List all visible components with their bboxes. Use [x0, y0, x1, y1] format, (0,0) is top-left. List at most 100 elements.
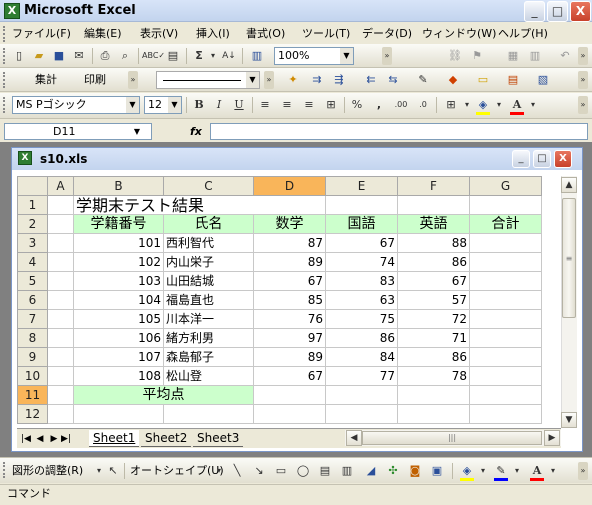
toolbar-grip[interactable] [3, 72, 6, 88]
row-header[interactable]: 11 [17, 385, 48, 405]
print-icon[interactable]: ⎙ [96, 47, 114, 65]
math-score-cell[interactable]: 87 [253, 233, 326, 253]
cell[interactable] [325, 404, 398, 424]
scroll-down-icon[interactable]: ▼ [561, 412, 577, 428]
sheet-title-cell[interactable]: 学期末テスト結果 [73, 195, 326, 215]
student-name-cell[interactable]: 山田結城 [163, 271, 254, 291]
cell[interactable] [47, 366, 74, 386]
new-icon[interactable]: ▯ [10, 47, 28, 65]
research-icon[interactable]: ▤ [164, 47, 182, 65]
column-header[interactable]: C [163, 176, 254, 196]
menu-window[interactable]: ウィンドウ(W) [422, 26, 496, 42]
toolbar-options-icon[interactable]: » [128, 71, 138, 89]
cell[interactable] [325, 385, 398, 405]
cell[interactable] [47, 385, 74, 405]
name-box[interactable]: D11 [4, 123, 152, 140]
spelling-icon[interactable]: ABC✓ [142, 47, 165, 65]
open-icon[interactable]: ▰ [30, 47, 48, 65]
english-score-cell[interactable]: 86 [397, 347, 470, 367]
cell[interactable] [47, 195, 74, 215]
student-id-cell[interactable]: 102 [73, 252, 164, 272]
student-id-cell[interactable]: 105 [73, 309, 164, 329]
cell[interactable] [469, 385, 542, 405]
math-score-cell[interactable]: 76 [253, 309, 326, 329]
oval-icon[interactable]: ◯ [294, 462, 312, 480]
maximize-button[interactable]: □ [547, 1, 568, 22]
cell[interactable] [47, 214, 74, 234]
column-header[interactable]: F [397, 176, 470, 196]
scroll-up-icon[interactable]: ▲ [561, 177, 577, 193]
chevron-down-icon[interactable]: ▾ [544, 462, 562, 480]
error-check-icon[interactable]: ◆ [444, 71, 462, 89]
sort-ascending-icon[interactable]: A↓ [220, 47, 238, 65]
row-header[interactable]: 9 [17, 347, 48, 367]
arrow-icon[interactable]: ↘ [250, 462, 268, 480]
toolbar-grip[interactable] [3, 48, 6, 64]
student-id-cell[interactable]: 106 [73, 328, 164, 348]
selected-cell[interactable] [253, 385, 326, 405]
vertical-textbox-icon[interactable]: ▥ [338, 462, 356, 480]
clipart-icon[interactable]: ◙ [406, 462, 424, 480]
merge-center-icon[interactable]: ⊞ [322, 96, 340, 114]
select-objects-icon[interactable]: ↖ [104, 462, 122, 480]
header-cell[interactable]: 国語 [325, 214, 398, 234]
row-header[interactable]: 2 [17, 214, 48, 234]
header-cell[interactable]: 氏名 [163, 214, 254, 234]
toolbar-options-icon[interactable]: » [578, 96, 588, 114]
cell[interactable] [469, 404, 542, 424]
student-id-cell[interactable]: 107 [73, 347, 164, 367]
student-id-cell[interactable]: 108 [73, 366, 164, 386]
menu-tools[interactable]: ツール(T) [302, 26, 350, 42]
math-score-cell[interactable]: 89 [253, 252, 326, 272]
japanese-score-cell[interactable]: 84 [325, 347, 398, 367]
align-right-icon[interactable]: ≡ [300, 96, 318, 114]
remove-all-arrows-icon[interactable]: ⇆ [384, 71, 402, 89]
cell[interactable] [397, 385, 470, 405]
japanese-score-cell[interactable]: 63 [325, 290, 398, 310]
spreadsheet[interactable]: A B C D E F G 1 学期末テスト結果 2 学籍番号 氏名 数学 国語… [17, 176, 561, 428]
remove-arrows-icon[interactable]: ⇶ [330, 71, 348, 89]
align-left-icon[interactable]: ≡ [256, 96, 274, 114]
chart-wizard-icon[interactable]: ▥ [248, 47, 266, 65]
cell[interactable] [47, 309, 74, 329]
next-sheet-icon[interactable]: ▶ [49, 432, 59, 446]
header-cell[interactable]: 数学 [253, 214, 326, 234]
student-name-cell[interactable]: 福島直也 [163, 290, 254, 310]
trace-precedents-icon[interactable]: ✦ [284, 71, 302, 89]
total-cell[interactable] [469, 290, 542, 310]
toolbar-grip[interactable] [3, 462, 6, 478]
total-cell[interactable] [469, 233, 542, 253]
workbook-icon[interactable]: X [18, 151, 32, 165]
textbox-icon[interactable]: ▤ [316, 462, 334, 480]
chevron-down-icon[interactable]: ▾ [210, 462, 228, 480]
student-name-cell[interactable]: 内山栄子 [163, 252, 254, 272]
cell[interactable] [163, 404, 254, 424]
cell[interactable] [397, 195, 470, 215]
row-header[interactable]: 5 [17, 271, 48, 291]
adjust-shapes-menu[interactable]: 図形の調整(R) [12, 463, 83, 479]
math-score-cell[interactable]: 97 [253, 328, 326, 348]
font-name-select[interactable]: MS Pゴシック ▼ [12, 96, 140, 114]
column-header[interactable]: B [73, 176, 164, 196]
increase-decimal-button[interactable]: .00 [392, 96, 410, 114]
japanese-score-cell[interactable]: 86 [325, 328, 398, 348]
total-cell[interactable] [469, 271, 542, 291]
sum-button[interactable]: 集計 [35, 72, 57, 88]
cell[interactable] [325, 195, 398, 215]
menu-data[interactable]: データ(D) [362, 26, 412, 42]
menu-format[interactable]: 書式(O) [246, 26, 285, 42]
cell[interactable] [469, 195, 542, 215]
column-header[interactable]: D [253, 176, 326, 196]
chevron-down-icon[interactable]: ▾ [490, 96, 508, 114]
scroll-right-icon[interactable]: ▶ [544, 430, 560, 446]
column-header[interactable]: E [325, 176, 398, 196]
student-name-cell[interactable]: 森島郁子 [163, 347, 254, 367]
total-cell[interactable] [469, 328, 542, 348]
math-score-cell[interactable]: 85 [253, 290, 326, 310]
header-cell[interactable]: 合計 [469, 214, 542, 234]
total-cell[interactable] [469, 309, 542, 329]
english-score-cell[interactable]: 57 [397, 290, 470, 310]
math-score-cell[interactable]: 89 [253, 347, 326, 367]
cell[interactable] [73, 404, 164, 424]
student-id-cell[interactable]: 101 [73, 233, 164, 253]
